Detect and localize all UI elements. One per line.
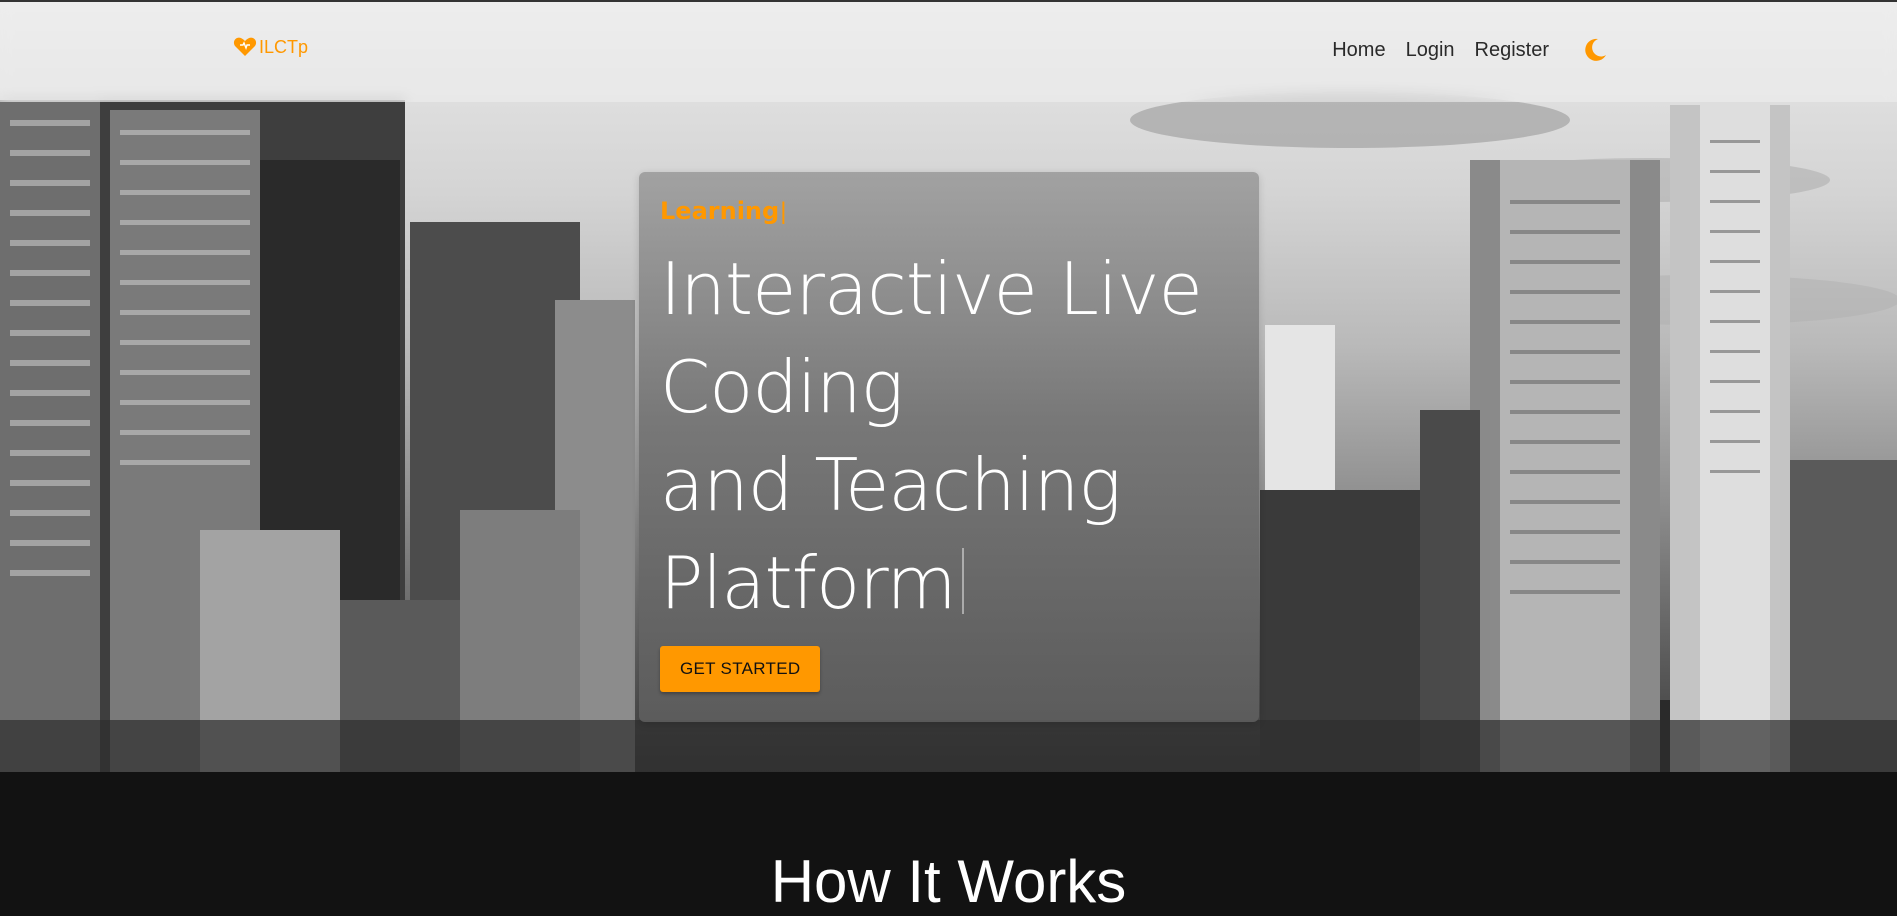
how-it-works-section: How It Works [0,772,1897,916]
headline-line-4-wrap: Platform [660,534,1239,632]
heart-icon [233,36,257,58]
theme-toggle-button[interactable] [1581,36,1609,64]
nav-link-register[interactable]: Register [1465,39,1559,62]
get-started-button[interactable]: GET STARTED [660,646,821,692]
headline-line-4: Platform [660,541,957,625]
page: ILCTp Home Login Register Learning| Inte… [0,0,1897,916]
how-it-works-title: How It Works [770,848,1127,915]
hero-card: Learning| Interactive Live Coding and Te… [639,172,1259,722]
nav-link-home[interactable]: Home [1322,39,1395,62]
hero-headline: Interactive Live Coding and Teaching Pla… [660,240,1239,632]
typing-text: Learning| [660,198,1239,226]
nav-link-login[interactable]: Login [1396,39,1465,62]
brand-logo-link[interactable]: ILCTp [233,36,308,58]
moon-icon [1585,38,1606,61]
headline-caret [961,548,964,614]
headline-line-1: Interactive Live [660,247,1203,331]
nav-links: Home Login Register [1322,36,1609,64]
headline-line-2: Coding [660,345,904,429]
hero-section: ILCTp Home Login Register Learning| Inte… [0,0,1897,772]
typing-caret: | [780,198,787,225]
typing-word: Learning [660,197,780,225]
top-navbar: ILCTp Home Login Register [0,0,1897,102]
brand-label: ILCTp [259,36,309,57]
headline-line-3: and Teaching [660,443,1122,527]
